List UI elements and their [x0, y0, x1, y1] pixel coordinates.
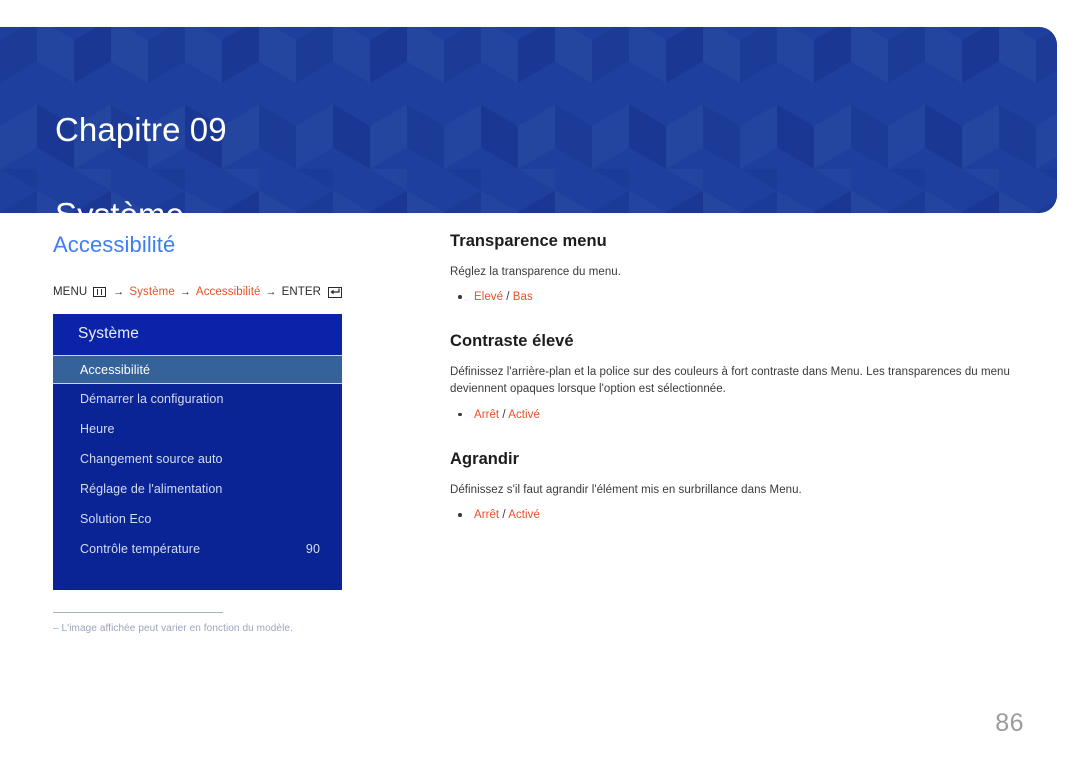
osd-item-demarrer-la-configuration[interactable]: Démarrer la configuration	[53, 384, 342, 414]
osd-menu-title: Système	[53, 314, 342, 356]
chapter-title: Système	[55, 194, 227, 213]
chapter-label: Chapitre 09	[55, 111, 227, 149]
enter-return-icon	[328, 286, 343, 298]
option-value-first: Arrêt	[474, 408, 500, 421]
breadcrumb-arrow-3: →	[265, 286, 277, 299]
osd-item-label: Démarrer la configuration	[80, 392, 224, 407]
breadcrumb: MENU → Système → Accessibilité → ENTER	[53, 286, 413, 298]
option-separator: /	[499, 509, 509, 522]
option-separator: /	[503, 291, 513, 304]
topic-option-item: Arrêt / Activé	[450, 406, 1010, 424]
footnote-text: – L'image affichée peut varier en foncti…	[53, 623, 293, 635]
topic-description: Définissez l'arrière-plan et la police s…	[450, 366, 1010, 396]
option-value-first: Arrêt	[474, 509, 500, 522]
topic-title: Transparence menu	[450, 232, 607, 250]
footnote-block: – L'image affichée peut varier en foncti…	[53, 612, 353, 636]
footnote-divider	[53, 612, 223, 614]
breadcrumb-path-accessibilite: Accessibilité	[195, 286, 261, 299]
page-title: Accessibilité	[53, 232, 176, 257]
osd-item-label: Contrôle température	[80, 542, 201, 557]
topic-title: Agrandir	[450, 450, 520, 469]
option-value-second: Activé	[508, 509, 540, 522]
topic-description: Définissez s'il faut agrandir l'élément …	[450, 483, 802, 496]
osd-item-label: Changement source auto	[80, 452, 223, 467]
topic-transparence-menu: Transparence menu Réglez la transparence…	[450, 232, 1010, 306]
topic-agrandir: Agrandir Définissez s'il faut agrandir l…	[450, 450, 1010, 524]
osd-item-reglage-de-lalimentation[interactable]: Réglage de l'alimentation	[53, 474, 342, 504]
topic-option-item: Elevé / Bas	[450, 288, 1010, 306]
topic-options-list: Elevé / Bas	[450, 288, 1010, 306]
topic-description: Réglez la transparence du menu.	[450, 265, 621, 278]
osd-item-accessibilite[interactable]: Accessibilité	[53, 355, 342, 385]
topic-options-list: Arrêt / Activé	[450, 506, 1010, 524]
osd-item-label: Réglage de l'alimentation	[80, 482, 223, 497]
chapter-banner: Chapitre 09 Système	[0, 27, 1057, 213]
osd-item-changement-source-auto[interactable]: Changement source auto	[53, 444, 342, 474]
topic-option-item: Arrêt / Activé	[450, 506, 1010, 524]
breadcrumb-path-systeme: Système	[129, 286, 175, 299]
option-value-second: Bas	[512, 291, 533, 304]
topic-contraste-eleve: Contraste élevé Définissez l'arrière-pla…	[450, 332, 1010, 424]
menu-grid-icon	[93, 287, 107, 298]
option-value-first: Elevé	[474, 291, 504, 304]
osd-item-controle-temperature[interactable]: Contrôle température 90	[53, 534, 342, 564]
osd-menu-panel: Système Accessibilité Démarrer la config…	[53, 314, 342, 591]
banner-title-block: Chapitre 09 Système	[55, 67, 227, 213]
osd-item-value: 90	[305, 542, 320, 557]
topic-options-list: Arrêt / Activé	[450, 406, 1010, 424]
osd-item-heure[interactable]: Heure	[53, 414, 342, 444]
osd-item-label: Solution Eco	[80, 512, 152, 527]
left-column: Accessibilité MENU → Système → Accessibi…	[53, 232, 413, 636]
breadcrumb-arrow-1: →	[113, 286, 125, 299]
osd-item-label: Heure	[80, 422, 115, 437]
option-value-second: Activé	[508, 408, 540, 421]
breadcrumb-enter-label: ENTER	[281, 286, 322, 299]
right-column: Transparence menu Réglez la transparence…	[450, 232, 1010, 525]
page-number: 86	[995, 709, 1024, 737]
option-separator: /	[499, 408, 509, 421]
osd-item-label: Accessibilité	[80, 362, 151, 377]
topic-title: Contraste élevé	[450, 332, 574, 351]
breadcrumb-arrow-2: →	[179, 286, 191, 299]
breadcrumb-menu-label: MENU	[53, 286, 88, 299]
osd-item-solution-eco[interactable]: Solution Eco	[53, 504, 342, 534]
